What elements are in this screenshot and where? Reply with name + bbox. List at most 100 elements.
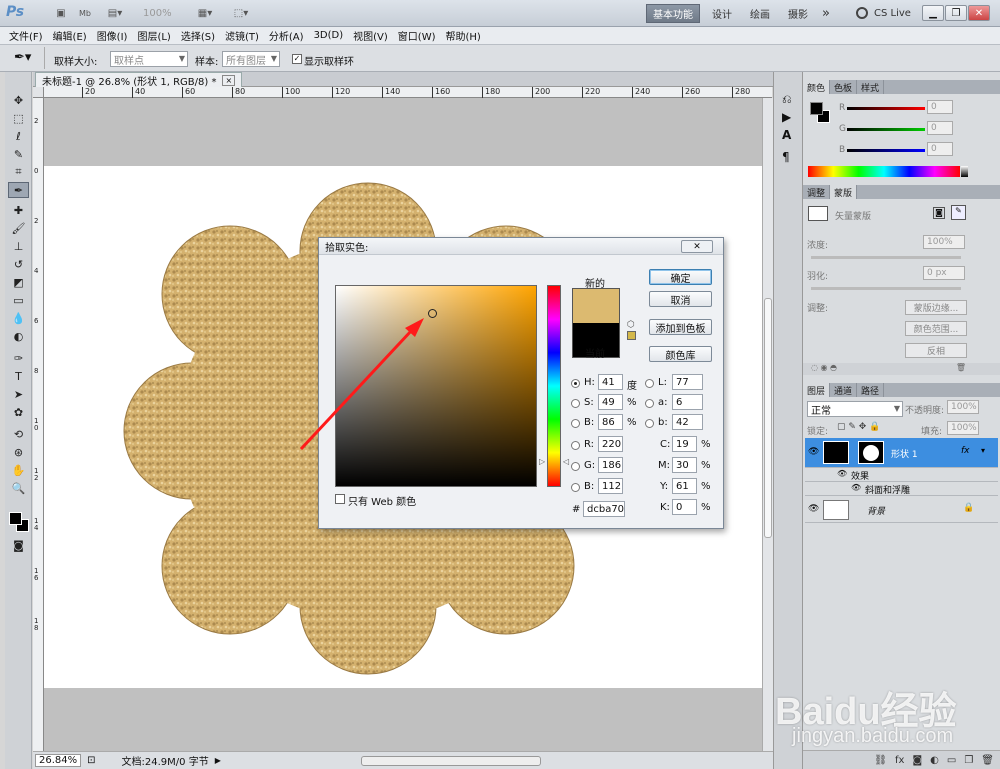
ruler-origin[interactable]: [33, 87, 44, 98]
scroll-thumb[interactable]: [764, 298, 772, 538]
tab-close-icon[interactable]: ×: [222, 74, 236, 86]
radio-hue[interactable]: [571, 379, 580, 388]
quick-mask-icon[interactable]: ◙: [8, 537, 29, 553]
paragraph-panel-icon[interactable]: ¶: [782, 150, 790, 164]
history-brush-tool-icon[interactable]: ↺: [8, 256, 29, 272]
menu-edit[interactable]: 编辑(E): [48, 28, 92, 43]
menu-filter[interactable]: 滤镜(T): [220, 28, 264, 43]
restore-icon[interactable]: ❐: [945, 5, 967, 21]
blend-mode-select[interactable]: 正常 ▼: [807, 401, 903, 417]
background-eye-icon[interactable]: 👁: [808, 504, 819, 514]
channel-g-value[interactable]: 0: [927, 121, 953, 135]
r-input[interactable]: 220: [598, 436, 623, 452]
s-input[interactable]: 49: [598, 394, 623, 410]
color-picker-cursor[interactable]: [428, 309, 437, 318]
radio-lightness[interactable]: [645, 379, 654, 388]
blur-tool-icon[interactable]: 💧: [8, 310, 29, 326]
visibility-eye-icon[interactable]: 👁: [808, 447, 819, 457]
menu-layer[interactable]: 图层(L): [132, 28, 175, 43]
workspace-photography[interactable]: 摄影: [782, 4, 814, 23]
tab-masks[interactable]: 蒙版: [830, 185, 858, 199]
brightness-input[interactable]: 86: [598, 414, 623, 430]
menu-3d[interactable]: 3D(D): [309, 30, 349, 41]
radio-saturation[interactable]: [571, 399, 580, 408]
m-input[interactable]: 30: [672, 457, 697, 473]
close-icon[interactable]: ✕: [968, 5, 990, 21]
channel-g-slider[interactable]: [847, 128, 925, 131]
type-tool-icon[interactable]: T: [8, 368, 29, 384]
ok-button[interactable]: 确定: [649, 269, 712, 285]
color-spectrum-bar[interactable]: [808, 166, 960, 177]
vertical-scrollbar[interactable]: [762, 98, 773, 751]
saturation-brightness-field[interactable]: [335, 285, 537, 487]
eraser-tool-icon[interactable]: ◩: [8, 274, 29, 290]
status-info-icon[interactable]: ⊡: [87, 755, 95, 766]
add-to-swatches-button[interactable]: 添加到色板: [649, 319, 712, 335]
pen-tool-icon[interactable]: ✑: [8, 350, 29, 366]
layer-shape-1[interactable]: 👁 形状 1 fx ▾: [805, 438, 998, 468]
feather-value[interactable]: 0 px: [923, 266, 965, 280]
delete-layer-icon[interactable]: 🗑: [981, 755, 994, 766]
expand-arrow-icon[interactable]: ▾: [981, 446, 985, 455]
view-extras-icon[interactable]: ▤▾: [102, 4, 128, 22]
pixel-mask-icon[interactable]: ◙: [933, 207, 945, 219]
tab-styles[interactable]: 样式: [857, 80, 885, 94]
marquee-tool-icon[interactable]: ⬚: [8, 110, 29, 126]
effects-row[interactable]: 👁 效果: [805, 468, 998, 482]
mini-bridge-icon[interactable]: Mb: [76, 4, 94, 22]
character-panel-icon[interactable]: A: [782, 128, 791, 142]
gamut-warning-icon[interactable]: ⬡: [627, 320, 635, 330]
arrange-documents-icon[interactable]: ▦▾: [192, 4, 218, 22]
hue-slider[interactable]: [547, 285, 561, 487]
mask-edge-button[interactable]: 蒙版边缘...: [905, 300, 967, 315]
foreground-color-swatch[interactable]: [9, 512, 22, 525]
fill-value[interactable]: 100%: [947, 421, 979, 435]
zoom-level[interactable]: 100%: [143, 8, 172, 19]
horizontal-scrollbar[interactable]: [360, 755, 541, 766]
minimize-icon[interactable]: ▁: [922, 5, 944, 21]
path-select-tool-icon[interactable]: ➤: [8, 386, 29, 402]
y-input[interactable]: 61: [672, 478, 697, 494]
sample-size-select[interactable]: 取样点 ▼: [110, 51, 188, 67]
b-lab-input[interactable]: 42: [672, 414, 703, 430]
menu-view[interactable]: 视图(V): [348, 28, 393, 43]
bevel-eye-icon[interactable]: 👁: [851, 483, 861, 492]
tab-layers[interactable]: 图层: [803, 383, 831, 397]
web-colors-checkbox[interactable]: [335, 494, 345, 504]
clone-stamp-tool-icon[interactable]: ⊥: [8, 238, 29, 254]
link-layers-icon[interactable]: ⛓: [874, 755, 887, 766]
workspace-more[interactable]: »: [816, 4, 836, 23]
fx-icon[interactable]: fx: [961, 446, 970, 456]
new-layer-icon[interactable]: ❐: [964, 755, 973, 766]
hex-input[interactable]: dcba70: [583, 501, 625, 517]
history-panel-icon[interactable]: ⎌: [782, 92, 792, 107]
move-tool-icon[interactable]: ✥: [8, 92, 29, 108]
eyedropper-tool-icon[interactable]: ✒: [8, 182, 29, 198]
feather-slider[interactable]: [811, 287, 961, 290]
tab-swatches[interactable]: 色板: [830, 80, 858, 94]
tab-color[interactable]: 颜色: [803, 80, 831, 94]
bridge-icon[interactable]: ▣: [52, 4, 70, 22]
3d-orbit-tool-icon[interactable]: ⊛: [8, 444, 29, 460]
radio-red[interactable]: [571, 441, 580, 450]
a-input[interactable]: 6: [672, 394, 703, 410]
workspace-essentials[interactable]: 基本功能: [646, 4, 700, 23]
menu-window[interactable]: 窗口(W): [393, 28, 441, 43]
radio-b-lab[interactable]: [645, 419, 654, 428]
brush-tool-icon[interactable]: 🖌: [8, 220, 29, 236]
k-input[interactable]: 0: [672, 499, 697, 515]
menu-file[interactable]: 文件(F): [4, 28, 48, 43]
g-input[interactable]: 186: [598, 457, 623, 473]
density-slider[interactable]: [811, 256, 961, 259]
tab-paths[interactable]: 路径: [857, 383, 885, 397]
add-mask-icon[interactable]: ◙: [912, 755, 922, 766]
density-value[interactable]: 100%: [923, 235, 965, 249]
channel-r-slider[interactable]: [847, 107, 925, 110]
menu-select[interactable]: 选择(S): [176, 28, 220, 43]
web-safe-swatch[interactable]: [627, 331, 636, 340]
status-menu-arrow-icon[interactable]: ▶: [215, 756, 221, 765]
new-group-icon[interactable]: ▭: [947, 755, 956, 766]
l-input[interactable]: 77: [672, 374, 703, 390]
effects-eye-icon[interactable]: 👁: [837, 469, 847, 478]
c-input[interactable]: 19: [672, 436, 697, 452]
